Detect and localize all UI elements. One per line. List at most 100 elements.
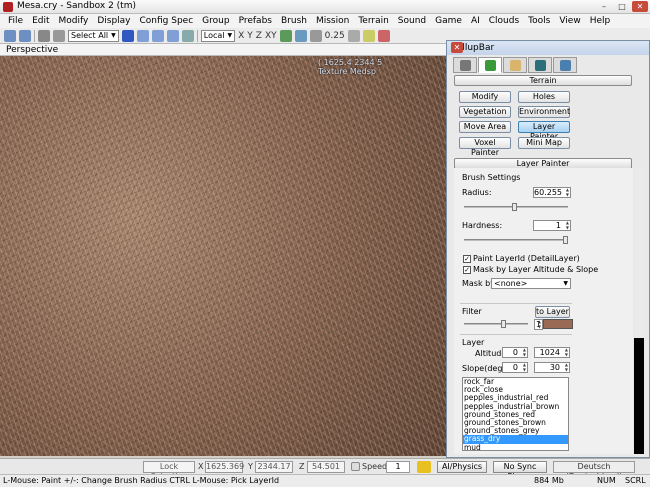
move-icon[interactable] — [136, 29, 149, 42]
axis-y-button[interactable]: Y — [247, 31, 253, 41]
hardness-slider-thumb[interactable] — [563, 236, 568, 244]
menu-terrain[interactable]: Terrain — [358, 16, 388, 26]
tab-modeling[interactable] — [503, 57, 527, 73]
snapshot-icon[interactable] — [417, 461, 431, 473]
checkbox-box[interactable]: ✓ — [463, 265, 471, 274]
status-hint: L-Mouse: Paint +/-: Change Brush Radius … — [3, 476, 280, 485]
menu-clouds[interactable]: Clouds — [489, 16, 519, 26]
altitude-max-spinner[interactable]: 1024 — [534, 347, 570, 358]
menu-edit[interactable]: Edit — [32, 16, 49, 26]
scale-icon[interactable] — [166, 29, 179, 42]
axis-z-button[interactable]: Z — [256, 31, 262, 41]
layer-color-swatch[interactable] — [543, 319, 573, 329]
menu-view[interactable]: View — [559, 16, 580, 26]
axis-x-button[interactable]: X — [238, 31, 244, 41]
menu-group[interactable]: Group — [202, 16, 229, 26]
speed-input[interactable]: 1 — [386, 461, 410, 473]
mask-by-dropdown[interactable]: <none> ▼ — [491, 278, 571, 289]
menu-ai[interactable]: AI — [471, 16, 480, 26]
hardness-slider[interactable] — [464, 236, 568, 244]
tab-display[interactable] — [528, 57, 552, 73]
select-cursor-icon[interactable] — [121, 29, 134, 42]
menu-help[interactable]: Help — [590, 16, 611, 26]
no-sync-player-button[interactable]: No Sync Player — [493, 461, 547, 481]
holes-button[interactable]: Holes — [518, 91, 570, 103]
minimize-button[interactable]: – — [596, 1, 612, 12]
unlink-icon[interactable] — [53, 29, 65, 42]
rollup-scrollbar[interactable] — [634, 168, 644, 456]
filter-slider-track — [464, 323, 528, 325]
altitude-min-spinner[interactable]: 0 — [502, 347, 528, 358]
axis-xy-button[interactable]: XY — [265, 31, 277, 41]
ai-physics-button[interactable]: AI/Physics — [437, 461, 487, 473]
layer-painter-button[interactable]: Layer Painter — [518, 121, 570, 141]
menu-tools[interactable]: Tools — [528, 16, 550, 26]
lock-selection-button[interactable]: Lock Selection — [143, 461, 195, 481]
y-coordinate[interactable]: 2344.17 — [255, 461, 293, 473]
z-coordinate[interactable]: 54.501 — [307, 461, 345, 473]
snap-value[interactable]: 0.25 — [325, 31, 345, 41]
snap-icon[interactable] — [294, 29, 307, 42]
terrain-lock-icon[interactable] — [351, 462, 360, 471]
angle-snap-icon[interactable] — [347, 29, 360, 42]
record-icon[interactable] — [377, 29, 390, 42]
viewport-overlay: ( 1625.4 2344 5 Texture Medsp — [318, 58, 382, 76]
radius-slider-thumb[interactable] — [512, 203, 517, 211]
hardness-spinner[interactable]: 1 — [533, 220, 571, 231]
move-area-button[interactable]: Move Area — [459, 121, 511, 133]
perspective-viewport[interactable]: ( 1625.4 2344 5 Texture Medsp — [0, 56, 446, 456]
layer-list[interactable]: rock_far rock_close pepples_industrial_r… — [462, 377, 569, 451]
close-button[interactable]: ✕ — [632, 1, 648, 12]
slope-min-spinner[interactable]: 0 — [502, 362, 528, 373]
vegetation-button[interactable]: Vegetation — [459, 106, 511, 118]
modify-button[interactable]: Modify — [459, 91, 511, 103]
scrollbar-thumb[interactable] — [634, 338, 644, 454]
mask-altitude-checkbox[interactable]: ✓ Mask by Layer Altitude & Slope — [463, 265, 598, 274]
divider — [460, 303, 572, 304]
terrain-section-header[interactable]: Terrain — [454, 75, 632, 86]
checkbox-box[interactable]: ✓ — [463, 254, 471, 263]
environment-button[interactable]: Environment — [518, 106, 570, 118]
grid-icon[interactable] — [309, 29, 322, 42]
menu-brush[interactable]: Brush — [281, 16, 307, 26]
layer-heading: Layer — [462, 338, 485, 347]
x-coordinate[interactable]: 1625.369 — [205, 461, 244, 473]
radius-spinner[interactable]: 60.255 — [533, 187, 571, 198]
menu-prefabs[interactable]: Prefabs — [239, 16, 272, 26]
rollup-close-button[interactable]: ✕ — [451, 42, 463, 53]
link-icon[interactable] — [38, 29, 50, 42]
filter-slider-thumb[interactable] — [501, 320, 506, 328]
menu-file[interactable]: File — [8, 16, 23, 26]
terrain-follow-icon[interactable] — [279, 29, 292, 42]
selection-dropdown[interactable]: Select All ▼ — [68, 29, 119, 42]
tab-layers[interactable] — [553, 57, 577, 73]
display-tab-icon — [534, 59, 546, 71]
maximize-button[interactable]: □ — [614, 1, 630, 12]
menu-config-spec[interactable]: Config Spec — [140, 16, 194, 26]
menu-mission[interactable]: Mission — [316, 16, 349, 26]
undo-icon[interactable] — [4, 29, 16, 42]
radius-slider[interactable] — [464, 203, 568, 211]
toolbar-separator — [196, 29, 198, 42]
terrain-snap-icon[interactable] — [181, 29, 194, 42]
mini-map-button[interactable]: Mini Map — [518, 137, 570, 149]
list-item[interactable]: mud — [463, 443, 568, 450]
filter-slider[interactable] — [464, 320, 528, 328]
tab-objects[interactable] — [453, 57, 477, 73]
tab-terrain[interactable] — [478, 57, 502, 73]
voxel-painter-button[interactable]: Voxel Painter — [459, 137, 511, 157]
to-layer-button[interactable]: to Layer — [535, 306, 570, 318]
menu-game[interactable]: Game — [435, 16, 462, 26]
viewport-label[interactable]: Perspective — [6, 45, 58, 55]
coord-system-dropdown[interactable]: Local ▼ — [200, 29, 236, 42]
scroll-lock-indicator: SCRL — [625, 476, 646, 485]
redo-icon[interactable] — [19, 29, 31, 42]
menu-modify[interactable]: Modify — [59, 16, 89, 26]
menu-sound[interactable]: Sound — [398, 16, 426, 26]
slope-max-spinner[interactable]: 30 — [534, 362, 570, 373]
filter-value[interactable]: 1 — [534, 319, 543, 330]
physics-icon[interactable] — [362, 29, 375, 42]
paint-layerid-checkbox[interactable]: ✓ Paint LayerId (DetailLayer) — [463, 254, 580, 263]
rotate-icon[interactable] — [151, 29, 164, 42]
menu-display[interactable]: Display — [97, 16, 130, 26]
